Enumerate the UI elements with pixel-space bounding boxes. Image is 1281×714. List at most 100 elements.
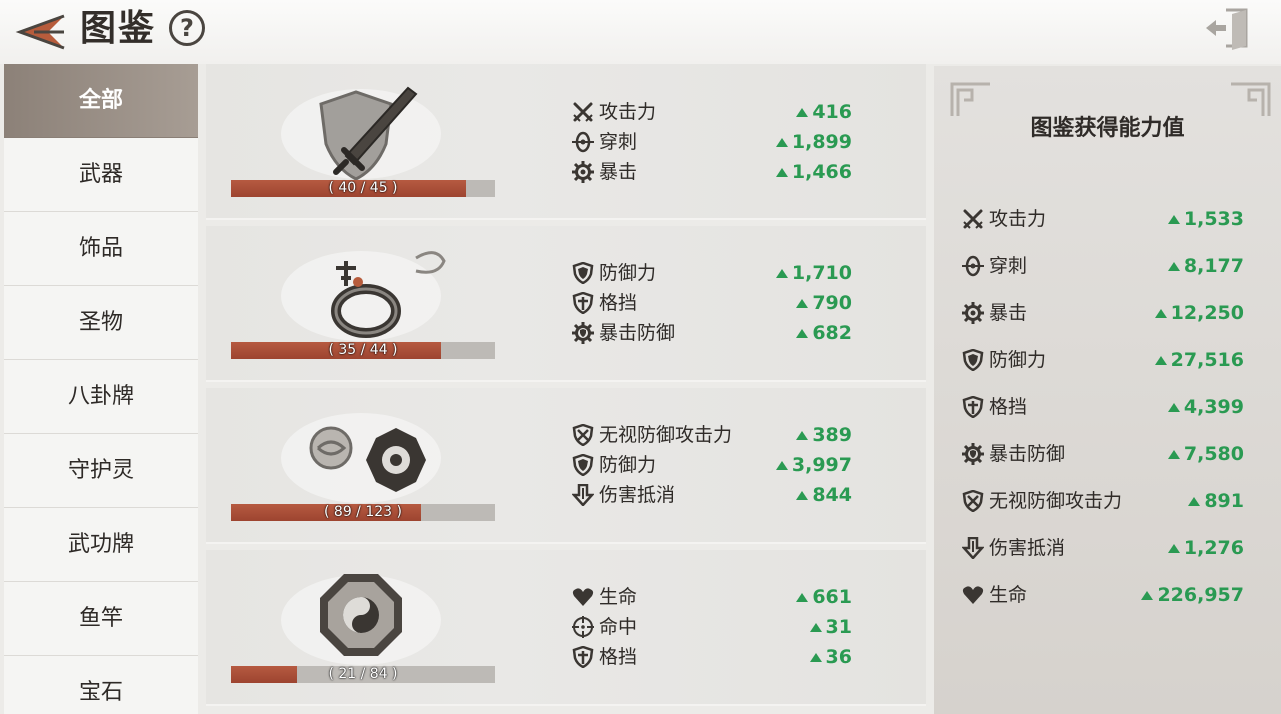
penetration-icon bbox=[572, 131, 594, 153]
summary-stat-row: 暴击防御 7,580 bbox=[962, 439, 1244, 469]
stat-value: 1,276 bbox=[1167, 533, 1244, 563]
stat-name: 穿刺 bbox=[599, 131, 638, 153]
back-button[interactable] bbox=[12, 6, 70, 56]
progress-bar: ( 21 / 84 ) bbox=[231, 666, 495, 683]
increase-triangle-icon bbox=[1141, 591, 1154, 600]
block-shield-icon bbox=[572, 646, 594, 668]
shield-icon bbox=[572, 262, 594, 284]
summary-stat-row: 穿刺 8,177 bbox=[962, 251, 1244, 281]
sidebar-item-gem[interactable]: 宝石 bbox=[4, 656, 198, 714]
stat-row: 格挡 790 bbox=[572, 288, 852, 318]
increase-triangle-icon bbox=[1167, 403, 1180, 412]
sidebar-item-bagua[interactable]: 八卦牌 bbox=[4, 360, 198, 434]
top-bar: 图鉴 ? bbox=[0, 0, 1281, 64]
stat-row: 穿刺 1,899 bbox=[572, 127, 852, 157]
increase-triangle-icon bbox=[796, 593, 809, 602]
increase-triangle-icon bbox=[809, 623, 822, 632]
collection-card-weapon[interactable]: ( 40 / 45 ) 攻击力 416 穿刺 1,899 暴击 1,466 bbox=[206, 64, 926, 220]
increase-triangle-icon bbox=[1188, 497, 1201, 506]
increase-triangle-icon bbox=[775, 269, 788, 278]
stat-value: 27,516 bbox=[1154, 345, 1244, 375]
stat-name: 攻击力 bbox=[989, 208, 1047, 230]
stat-name: 暴击 bbox=[989, 302, 1028, 324]
stat-value: 12,250 bbox=[1154, 298, 1244, 328]
progress-bar: ( 35 / 44 ) bbox=[231, 342, 495, 359]
increase-triangle-icon bbox=[796, 108, 809, 117]
accessory-ring-icon bbox=[281, 251, 446, 341]
increase-triangle-icon bbox=[775, 461, 788, 470]
increase-triangle-icon bbox=[796, 299, 809, 308]
stat-name: 命中 bbox=[599, 616, 638, 638]
stat-row: 暴击防御 682 bbox=[572, 318, 852, 348]
stat-name: 暴击防御 bbox=[989, 443, 1066, 465]
stat-name: 生命 bbox=[599, 586, 638, 608]
block-shield-icon bbox=[572, 292, 594, 314]
summary-stat-row: 防御力 27,516 bbox=[962, 345, 1244, 375]
stat-value: 790 bbox=[796, 288, 852, 318]
sidebar-item-martial-card[interactable]: 武功牌 bbox=[4, 508, 198, 582]
page-title: 图鉴 bbox=[80, 8, 157, 49]
shield-icon bbox=[962, 349, 984, 371]
summary-stat-row: 无视防御攻击力 891 bbox=[962, 486, 1244, 516]
stat-name: 防御力 bbox=[599, 262, 657, 284]
stat-name: 格挡 bbox=[599, 292, 638, 314]
stat-value: 1,466 bbox=[775, 157, 852, 187]
sidebar-item-relic[interactable]: 圣物 bbox=[4, 286, 198, 360]
stat-value: 8,177 bbox=[1167, 251, 1244, 281]
gear-icon bbox=[962, 302, 984, 324]
ignore-defense-icon bbox=[962, 490, 984, 512]
increase-triangle-icon bbox=[1167, 215, 1180, 224]
summary-stat-row: 格挡 4,399 bbox=[962, 392, 1244, 422]
collection-card-bagua[interactable]: ( 21 / 84 ) 生命 661 命中 31 格挡 36 bbox=[206, 550, 926, 706]
sidebar-item-fishing-rod[interactable]: 鱼竿 bbox=[4, 582, 198, 656]
summary-title: 图鉴获得能力值 bbox=[1030, 116, 1185, 141]
sidebar-item-all[interactable]: 全部 bbox=[4, 64, 198, 138]
increase-triangle-icon bbox=[775, 168, 788, 177]
stat-value: 4,399 bbox=[1167, 392, 1244, 422]
collection-card-relic[interactable]: ( 89 / 123 ) 无视防御攻击力 389 防御力 3,997 伤害抵消 … bbox=[206, 388, 926, 544]
summary-stat-row: 生命 226,957 bbox=[962, 580, 1244, 610]
stat-value: 891 bbox=[1188, 486, 1244, 516]
category-sidebar: 全部 武器 饰品 圣物 八卦牌 守护灵 武功牌 鱼竿 宝石 bbox=[4, 64, 198, 714]
stat-value: 31 bbox=[809, 612, 852, 642]
summary-stat-row: 伤害抵消 1,276 bbox=[962, 533, 1244, 563]
stat-name: 攻击力 bbox=[599, 101, 657, 123]
stat-row: 防御力 3,997 bbox=[572, 450, 852, 480]
bagua-plate-icon bbox=[281, 574, 441, 665]
progress-text: ( 21 / 84 ) bbox=[328, 666, 398, 682]
stat-value: 36 bbox=[809, 642, 852, 672]
increase-triangle-icon bbox=[775, 138, 788, 147]
summary-stat-row: 攻击力 1,533 bbox=[962, 204, 1244, 234]
stat-name: 暴击 bbox=[599, 161, 638, 183]
stat-value: 389 bbox=[796, 420, 852, 450]
sidebar-item-weapon[interactable]: 武器 bbox=[4, 138, 198, 212]
collection-card-list: ( 40 / 45 ) 攻击力 416 穿刺 1,899 暴击 1,466 (… bbox=[206, 64, 926, 714]
stat-name: 格挡 bbox=[599, 646, 638, 668]
summary-panel: 图鉴获得能力值 攻击力 1,533 穿刺 8,177 暴击 12,250 防御力… bbox=[934, 66, 1281, 714]
damage-reduction-icon bbox=[962, 537, 984, 559]
stat-name: 穿刺 bbox=[989, 255, 1028, 277]
exit-button[interactable] bbox=[1204, 6, 1254, 52]
crosshair-icon bbox=[572, 616, 594, 638]
stat-value: 226,957 bbox=[1141, 580, 1244, 610]
stat-value: 682 bbox=[796, 318, 852, 348]
sidebar-item-accessory[interactable]: 饰品 bbox=[4, 212, 198, 286]
exit-door-icon bbox=[1206, 8, 1248, 50]
relic-orb-icon bbox=[281, 413, 441, 503]
stat-row: 攻击力 416 bbox=[572, 97, 852, 127]
help-button[interactable]: ? bbox=[169, 10, 205, 46]
heart-icon bbox=[572, 586, 594, 608]
block-shield-icon bbox=[962, 396, 984, 418]
stat-value: 3,997 bbox=[775, 450, 852, 480]
stat-name: 生命 bbox=[989, 584, 1028, 606]
sword-shield-icon bbox=[281, 86, 441, 181]
collection-card-accessory[interactable]: ( 35 / 44 ) 防御力 1,710 格挡 790 暴击防御 682 bbox=[206, 226, 926, 382]
progress-text: ( 89 / 123 ) bbox=[324, 504, 402, 520]
stat-value: 1,710 bbox=[775, 258, 852, 288]
stat-name: 伤害抵消 bbox=[599, 484, 676, 506]
progress-text: ( 40 / 45 ) bbox=[328, 180, 398, 196]
stat-name: 无视防御攻击力 bbox=[599, 424, 733, 446]
sidebar-item-guardian[interactable]: 守护灵 bbox=[4, 434, 198, 508]
increase-triangle-icon bbox=[1167, 262, 1180, 271]
crit-defense-icon bbox=[962, 443, 984, 465]
